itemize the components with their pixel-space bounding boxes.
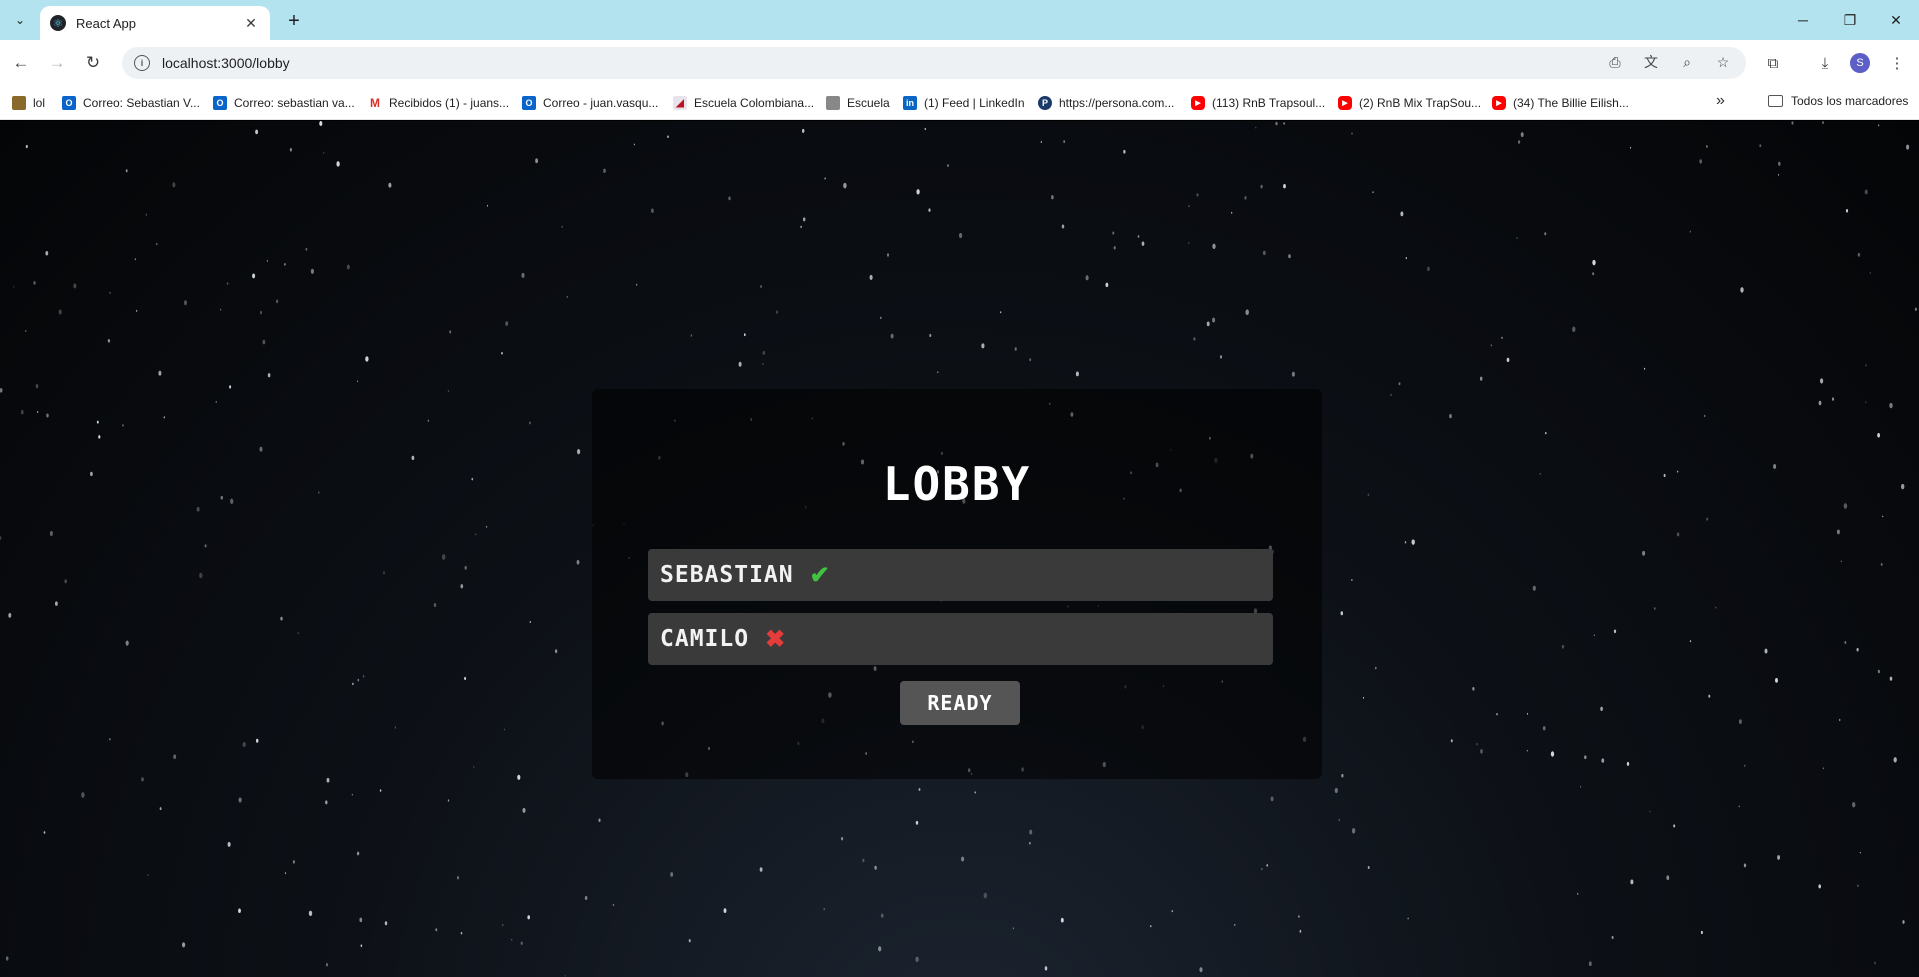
ready-button[interactable]: READY [900, 681, 1020, 725]
youtube-icon: ▶ [1338, 96, 1352, 110]
bookmark-label: Correo - juan.vasqu... [543, 96, 659, 110]
bookmark-item[interactable]: ▶ (113) RnB Trapsoul... [1191, 94, 1325, 112]
url-text[interactable]: localhost:3000/lobby [162, 55, 290, 71]
bookmark-label: (1) Feed | LinkedIn [924, 96, 1025, 110]
bookmark-star-icon[interactable]: ☆ [1714, 53, 1732, 71]
site-info-icon[interactable]: i [134, 55, 150, 71]
lol-icon [12, 96, 26, 110]
page-viewport: LOBBY SEBASTIAN ✔ CAMILO ✖ READY [0, 121, 1919, 977]
bookmark-label: (2) RnB Mix TrapSou... [1359, 96, 1482, 110]
player-row: SEBASTIAN ✔ [648, 549, 1273, 601]
restore-icon[interactable]: ❐ [1828, 6, 1872, 34]
bookmark-item[interactable]: O Correo: sebastian va... [213, 94, 355, 112]
youtube-icon: ▶ [1492, 96, 1506, 110]
bookmark-item[interactable]: in (1) Feed | LinkedIn [903, 94, 1025, 112]
tab-react-app[interactable]: ⚛ React App ✕ [40, 6, 270, 40]
bookmark-item[interactable]: O Correo - juan.vasqu... [522, 94, 658, 112]
x-icon: ✖ [765, 625, 786, 653]
new-tab-plus-icon[interactable]: + [282, 9, 306, 33]
bookmark-label: lol [33, 96, 46, 110]
bookmark-item[interactable]: ◢ Escuela Colombiana... [673, 94, 814, 112]
bookmark-label: Recibidos (1) - juans... [389, 96, 510, 110]
address-bar[interactable]: i localhost:3000/lobby ⎙ 文 ⌕ ☆ [122, 47, 1746, 79]
folder-icon [1768, 95, 1783, 107]
lobby-card: LOBBY SEBASTIAN ✔ CAMILO ✖ READY [592, 389, 1322, 779]
translate-icon[interactable]: 文 [1642, 53, 1660, 71]
browser-toolbar: ← → ↻ i localhost:3000/lobby ⎙ 文 ⌕ ☆ ⧉ ⤓… [0, 40, 1919, 86]
reload-icon[interactable]: ↻ [80, 50, 106, 76]
download-icon[interactable]: ⤓ [1812, 50, 1838, 76]
persona-icon: P [1038, 96, 1052, 110]
zoom-icon[interactable]: ⌕ [1678, 53, 1696, 71]
tab-search-chevron-icon[interactable]: ⌄ [6, 8, 34, 32]
all-bookmarks-label: Todos los marcadores [1791, 94, 1909, 108]
tab-title: React App [76, 15, 136, 31]
bookmark-label: Escuela Colombiana... [694, 96, 815, 110]
bookmark-label: Correo: Sebastian V... [83, 96, 200, 110]
more-bookmarks-chevron-icon[interactable]: » [1716, 92, 1725, 110]
outlook-icon: O [213, 96, 227, 110]
linkedin-icon: in [903, 96, 917, 110]
bookmark-label: Escuela [847, 96, 890, 110]
bookmark-item[interactable]: ▶ (34) The Billie Eilish... [1492, 94, 1629, 112]
bookmark-item[interactable]: M Recibidos (1) - juans... [368, 94, 509, 112]
bookmarks-bar: lol O Correo: Sebastian V... O Correo: s… [0, 86, 1919, 120]
bookmark-label: (113) RnB Trapsoul... [1212, 96, 1326, 110]
bookmark-label: Correo: sebastian va... [234, 96, 355, 110]
bookmark-label: https://persona.com... [1059, 96, 1175, 110]
escuela-icon: ◢ [673, 96, 687, 110]
escuela-icon [826, 96, 840, 110]
bookmark-item[interactable]: P https://persona.com... [1038, 94, 1174, 112]
forward-arrow-icon[interactable]: → [44, 50, 70, 76]
player-name: CAMILO [660, 626, 750, 652]
all-bookmarks-folder[interactable]: Todos los marcadores [1768, 94, 1908, 108]
react-icon: ⚛ [50, 15, 66, 31]
lobby-title: LOBBY [882, 457, 1032, 511]
bookmark-item[interactable]: ▶ (2) RnB Mix TrapSou... [1338, 94, 1481, 112]
bookmark-item[interactable]: Escuela [826, 94, 890, 112]
gmail-icon: M [368, 96, 382, 110]
profile-avatar[interactable]: S [1850, 53, 1870, 73]
window-close-icon[interactable]: ✕ [1874, 6, 1918, 34]
player-row: CAMILO ✖ [648, 613, 1273, 665]
close-tab-icon[interactable]: ✕ [242, 15, 260, 32]
youtube-icon: ▶ [1191, 96, 1205, 110]
bookmark-item[interactable]: lol [12, 94, 45, 112]
install-app-icon[interactable]: ⎙ [1606, 53, 1624, 71]
check-icon: ✔ [809, 561, 830, 589]
minimize-icon[interactable]: ─ [1781, 6, 1825, 34]
bookmark-label: (34) The Billie Eilish... [1513, 96, 1629, 110]
tab-strip: ⌄ ⚛ React App ✕ + ─ ❐ ✕ [0, 0, 1919, 40]
player-name: SEBASTIAN [660, 562, 794, 588]
outlook-icon: O [62, 96, 76, 110]
menu-kebab-icon[interactable]: ⋮ [1884, 50, 1910, 76]
extensions-icon[interactable]: ⧉ [1760, 50, 1786, 76]
back-arrow-icon[interactable]: ← [8, 50, 34, 76]
outlook-icon: O [522, 96, 536, 110]
bookmark-item[interactable]: O Correo: Sebastian V... [62, 94, 200, 112]
